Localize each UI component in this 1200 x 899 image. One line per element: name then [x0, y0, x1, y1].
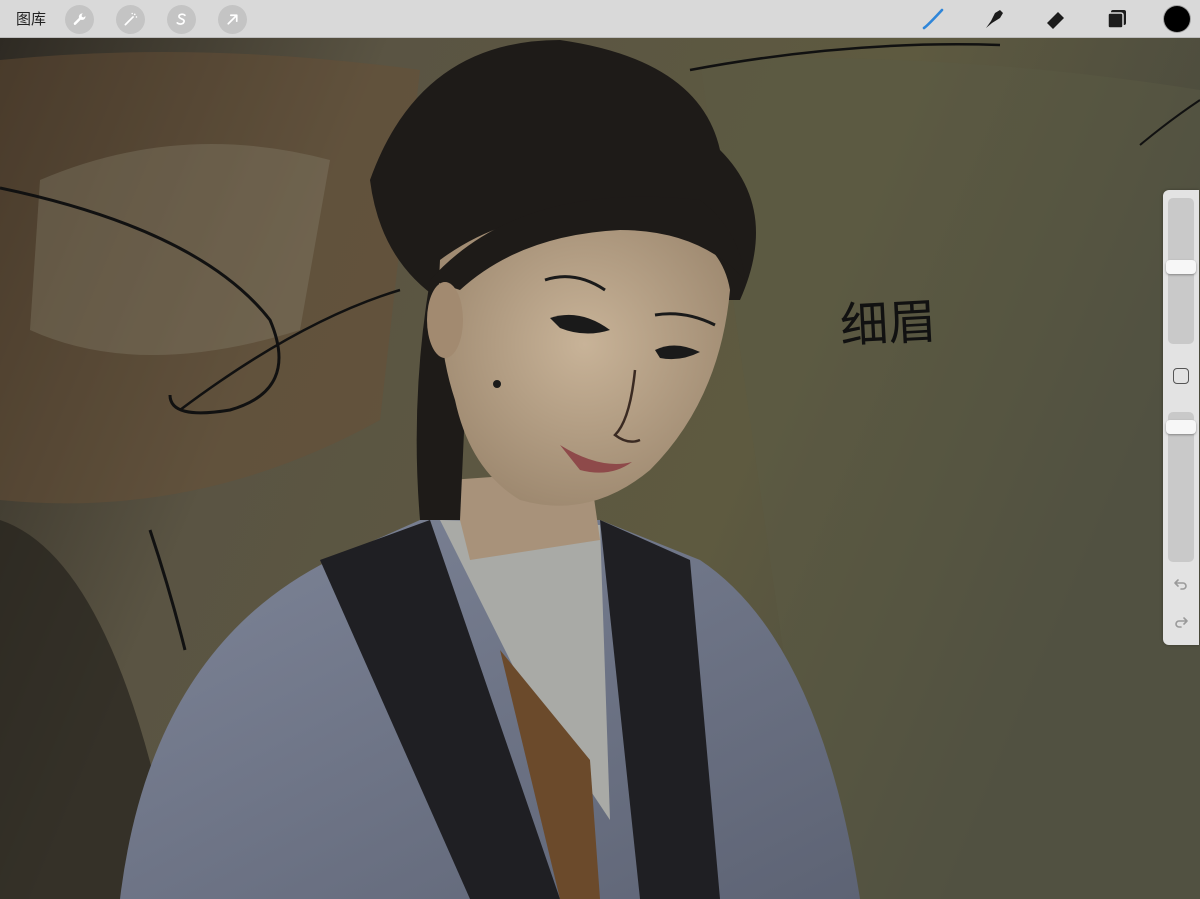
smudge-tool-button[interactable]	[981, 6, 1007, 32]
transform-button[interactable]	[218, 5, 247, 34]
beauty-mark	[493, 380, 501, 388]
undo-icon	[1174, 579, 1187, 590]
gallery-button[interactable]: 图库	[16, 9, 46, 29]
layers-icon	[1107, 10, 1126, 29]
selection-button[interactable]	[167, 5, 196, 34]
undo-button[interactable]	[1172, 575, 1190, 593]
smudge-icon	[986, 10, 1003, 28]
actions-wrench-button[interactable]	[65, 5, 94, 34]
color-picker-button[interactable]	[1164, 6, 1190, 32]
wrench-icon	[73, 13, 86, 25]
brush-size-slider[interactable]	[1166, 198, 1196, 344]
adjustments-button[interactable]	[116, 5, 145, 34]
drawing-canvas[interactable]: 细眉	[0, 38, 1200, 899]
handwritten-note: 细眉	[839, 294, 938, 355]
ear	[427, 282, 463, 358]
brush-icon	[922, 8, 944, 30]
transform-arrow-icon	[227, 14, 238, 25]
opacity-thumb[interactable]	[1166, 420, 1196, 434]
brush-size-thumb[interactable]	[1166, 260, 1196, 274]
top-toolbar: 图库	[0, 0, 1200, 38]
redo-icon	[1175, 617, 1188, 628]
brush-tool-button[interactable]	[920, 6, 946, 32]
side-toolbar	[1163, 190, 1199, 645]
selection-s-icon	[176, 13, 186, 25]
eraser-tool-button[interactable]	[1043, 6, 1069, 32]
layers-button[interactable]	[1104, 6, 1130, 32]
opacity-slider[interactable]	[1166, 412, 1196, 562]
eraser-icon	[1047, 12, 1064, 29]
redo-button[interactable]	[1172, 613, 1190, 631]
modify-button[interactable]	[1173, 368, 1189, 384]
magic-wand-icon	[124, 12, 138, 26]
